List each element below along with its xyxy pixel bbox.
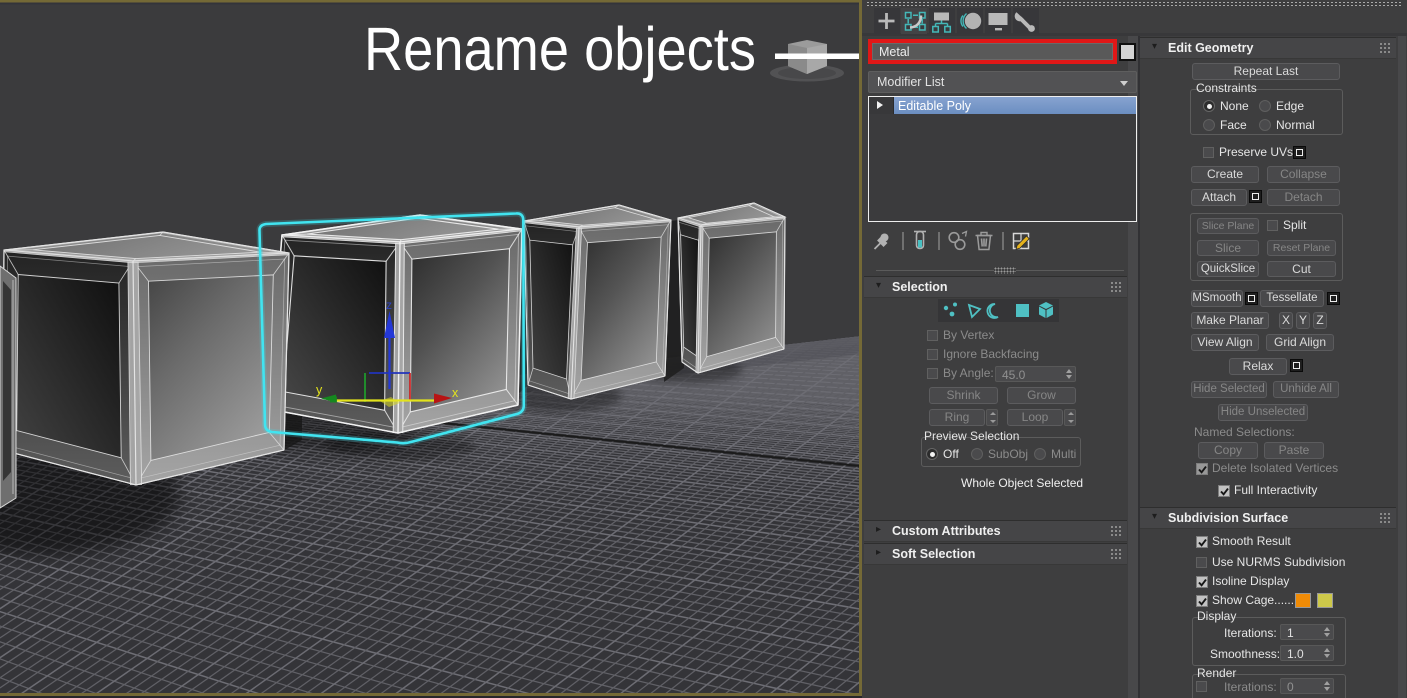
svg-text:z: z — [386, 298, 392, 312]
svg-text:y: y — [316, 383, 323, 397]
svg-text:Rename objects: Rename objects — [364, 15, 756, 83]
svg-text:x: x — [452, 386, 459, 400]
